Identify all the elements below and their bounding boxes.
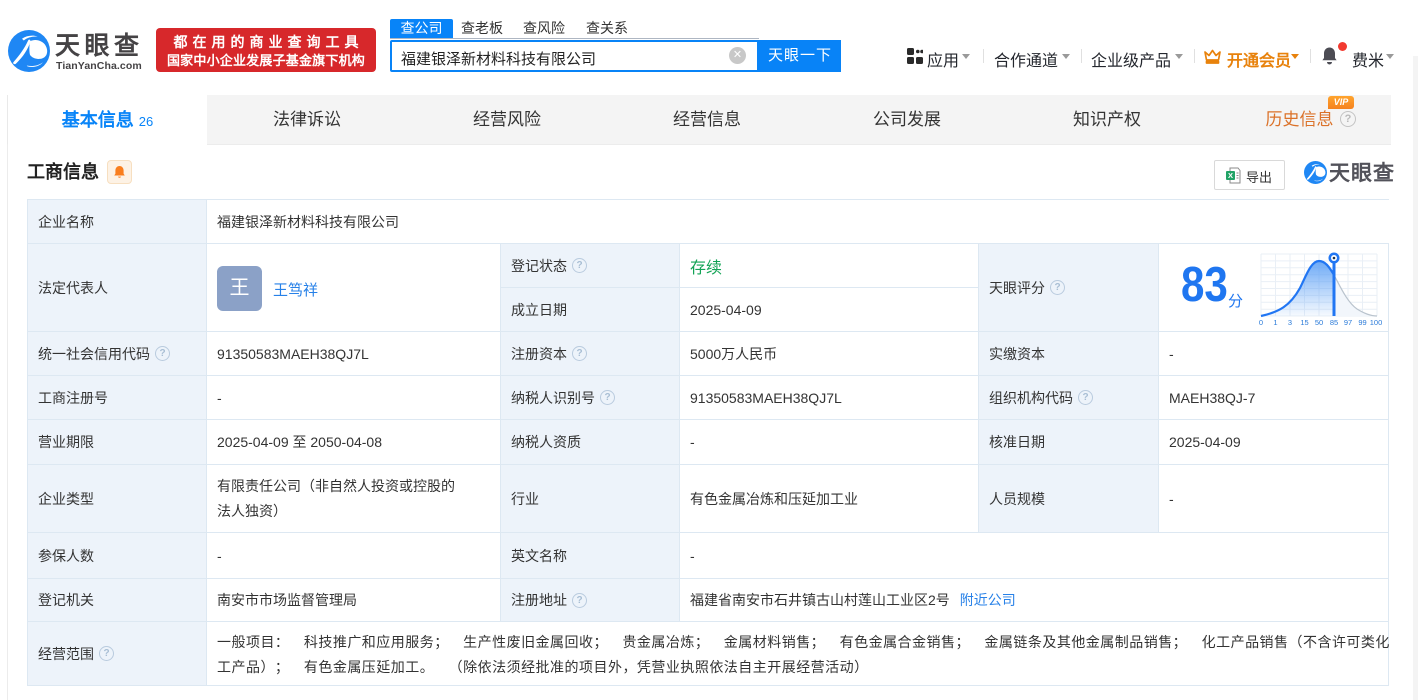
svg-text:15: 15 (1300, 318, 1308, 327)
svg-text:97: 97 (1344, 318, 1352, 327)
svg-text:1: 1 (1273, 318, 1277, 327)
svg-text:0: 0 (1259, 318, 1263, 327)
svg-text:3: 3 (1288, 318, 1292, 327)
svg-text:50: 50 (1315, 318, 1323, 327)
svg-text:99: 99 (1358, 318, 1366, 327)
svg-text:85: 85 (1330, 318, 1338, 327)
svg-text:X: X (1228, 171, 1233, 180)
svg-text:100: 100 (1370, 318, 1383, 327)
